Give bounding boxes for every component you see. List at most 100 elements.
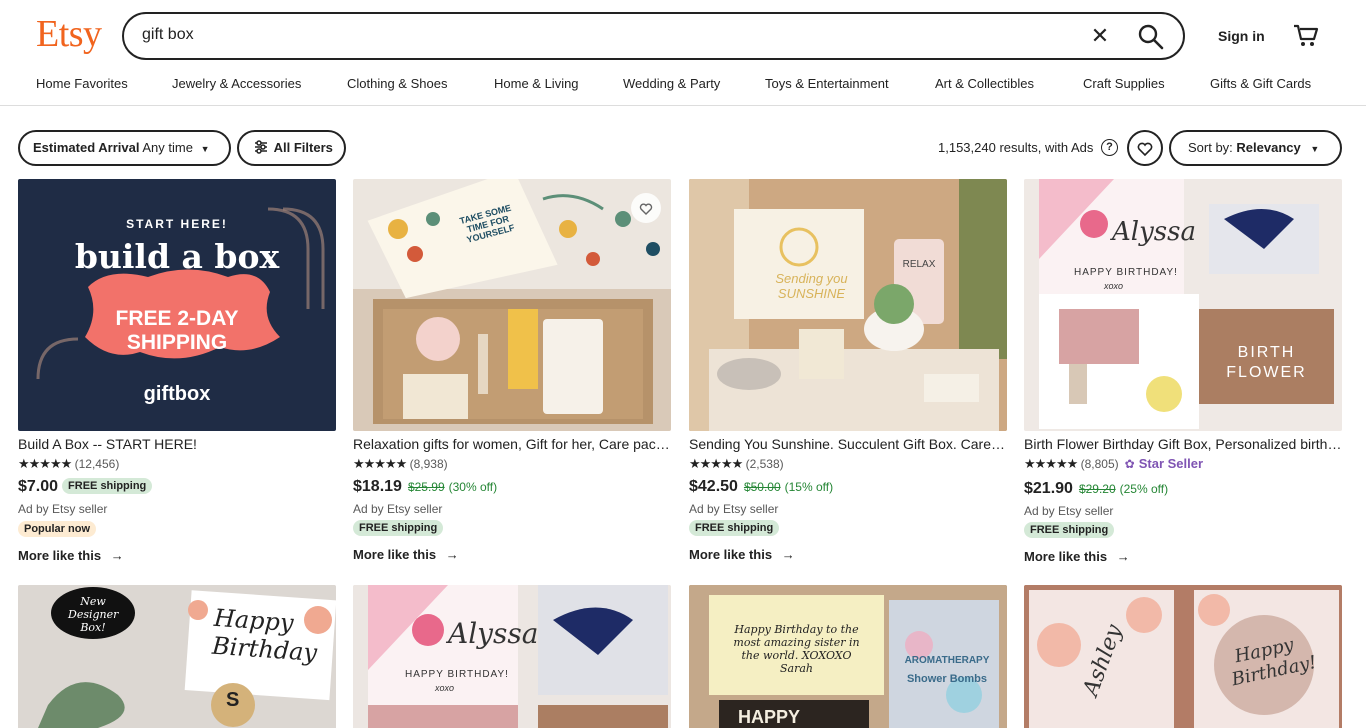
- image-text-build: build a box: [74, 237, 280, 276]
- image-text-start: START HERE!: [126, 217, 228, 231]
- results-count: 1,153,240 results, with Ads: [938, 140, 1094, 155]
- product-rating: ★★★★★ (8,938): [353, 456, 448, 472]
- sign-in-link[interactable]: Sign in: [1218, 28, 1265, 44]
- product-price: $18.19: [353, 478, 402, 495]
- product-image[interactable]: Sending you SUNSHINE RELAX: [689, 179, 1007, 431]
- product-card[interactable]: Alyssa HAPPY BIRTHDAY! xoxo BIRTH FLOWER…: [1024, 179, 1342, 569]
- arrow-right-icon: →: [1116, 549, 1130, 564]
- favorite-button[interactable]: [631, 193, 661, 223]
- free-shipping-badge: FREE shipping: [689, 520, 780, 536]
- etsy-logo[interactable]: Etsy: [36, 12, 102, 56]
- ad-label: Ad by Etsy seller: [353, 502, 443, 516]
- image-card-message: Happy Birthday to the most amazing siste…: [733, 623, 860, 675]
- product-card[interactable]: Sending you SUNSHINE RELAX Sending You S…: [689, 179, 1007, 569]
- review-count: (12,456): [74, 457, 120, 471]
- more-like-this-link[interactable]: More like this →: [18, 548, 124, 563]
- product-title[interactable]: Relaxation gifts for women, Gift for her…: [353, 436, 671, 452]
- nav-toys[interactable]: Toys & Entertainment: [765, 76, 889, 91]
- discount: (30% off): [448, 480, 498, 494]
- image-bday: HAPPY BIRTHDAY!: [405, 669, 509, 680]
- free-shipping-badge: FREE shipping: [62, 478, 153, 494]
- product-image[interactable]: Alyssa HAPPY BIRTHDAY! xoxo BIRTH FLOWER: [1024, 179, 1342, 431]
- caret-down-icon: ▼: [1310, 144, 1320, 154]
- review-count: (8,938): [409, 457, 448, 471]
- more-like-this-link[interactable]: More like this →: [353, 547, 459, 562]
- nav-gifts[interactable]: Gifts & Gift Cards: [1210, 76, 1311, 91]
- help-icon[interactable]: ?: [1101, 139, 1118, 156]
- star-seller-label: Star Seller: [1138, 456, 1204, 471]
- search-bar[interactable]: gift box ✕: [122, 12, 1185, 60]
- arrival-value: Any time: [142, 140, 193, 155]
- stars-icon: ★★★★★: [18, 456, 72, 471]
- more-like-this-label: More like this: [353, 547, 437, 562]
- image-xoxo: xoxo: [435, 683, 455, 693]
- search-input[interactable]: gift box: [142, 26, 194, 44]
- product-image[interactable]: Happy Birthday to the most amazing siste…: [689, 585, 1007, 728]
- nav-wedding[interactable]: Wedding & Party: [623, 76, 720, 91]
- image-name: Alyssa: [1112, 217, 1196, 247]
- image-happy-birthday: Happy Birthday: [211, 603, 318, 667]
- nav-jewelry[interactable]: Jewelry & Accessories: [172, 76, 301, 91]
- product-rating: ★★★★★ (2,538): [689, 456, 784, 472]
- sort-dropdown[interactable]: Sort by: Relevancy ▼: [1169, 130, 1342, 166]
- nav-home-living[interactable]: Home & Living: [494, 76, 579, 91]
- all-filters-button[interactable]: All Filters: [237, 130, 346, 166]
- cart-icon[interactable]: [1292, 22, 1320, 50]
- heart-icon: [639, 203, 653, 215]
- more-like-this-label: More like this: [18, 548, 102, 563]
- stars-icon: ★★★★★: [1024, 456, 1078, 471]
- stars-icon: ★★★★★: [353, 456, 407, 471]
- original-price: $25.99: [407, 480, 445, 494]
- discount: (25% off): [1119, 482, 1169, 496]
- price-row: $18.19 $25.99 (30% off): [353, 478, 497, 496]
- ad-label: Ad by Etsy seller: [689, 502, 779, 516]
- image-card-text: Sending you SUNSHINE: [775, 271, 848, 301]
- price-row: $21.90 $29.20 (25% off): [1024, 480, 1168, 498]
- image-birth: BIRTH: [1237, 344, 1296, 361]
- save-search-button[interactable]: [1127, 130, 1163, 166]
- review-count: (2,538): [745, 457, 784, 471]
- nav-art[interactable]: Art & Collectibles: [935, 76, 1034, 91]
- product-card[interactable]: TAKE SOME TIME FOR YOURSELF Relaxation g…: [353, 179, 671, 569]
- free-shipping-badge: FREE shipping: [353, 520, 444, 536]
- product-image[interactable]: New Designer Box! Happy Birthday S: [18, 585, 336, 728]
- price-row: $7.00 FREE shipping: [18, 478, 153, 496]
- heart-icon: [1137, 142, 1153, 157]
- product-image[interactable]: Alyssa HAPPY BIRTHDAY! xoxo: [353, 585, 671, 728]
- product-title[interactable]: Build A Box -- START HERE!: [18, 436, 336, 452]
- product-price: $21.90: [1024, 480, 1073, 497]
- popular-badge: Popular now: [18, 521, 96, 537]
- image-brand: giftbox: [143, 383, 211, 405]
- ad-label: Ad by Etsy seller: [1024, 504, 1114, 518]
- free-shipping-badge: FREE shipping: [1024, 522, 1115, 538]
- product-card[interactable]: START HERE! build a box FREE 2-DAY SHIPP…: [18, 179, 336, 569]
- product-image[interactable]: Ashley Happy Birthday!: [1024, 585, 1342, 728]
- arrow-right-icon: →: [445, 547, 459, 562]
- search-icon[interactable]: [1136, 22, 1166, 52]
- nav-craft[interactable]: Craft Supplies: [1083, 76, 1165, 91]
- image-xoxo: xoxo: [1104, 281, 1124, 291]
- image-text-shipping: SHIPPING: [126, 331, 228, 354]
- image-bday: HAPPY BIRTHDAY!: [1074, 267, 1178, 278]
- nav-clothing[interactable]: Clothing & Shoes: [347, 76, 447, 91]
- ad-label: Ad by Etsy seller: [18, 502, 108, 516]
- product-image[interactable]: START HERE! build a box FREE 2-DAY SHIPP…: [18, 179, 336, 431]
- image-bag-subtitle: Shower Bombs: [906, 673, 988, 685]
- nav-home-favorites[interactable]: Home Favorites: [36, 76, 128, 91]
- product-price: $42.50: [689, 478, 738, 495]
- sort-value: Relevancy: [1236, 140, 1301, 155]
- product-price: $7.00: [18, 478, 59, 495]
- arrival-label: Estimated Arrival: [33, 140, 140, 155]
- product-title[interactable]: Sending You Sunshine. Succulent Gift Box…: [689, 436, 1007, 452]
- more-like-this-link[interactable]: More like this →: [689, 547, 795, 562]
- category-nav: Home Favorites Jewelry & Accessories Clo…: [0, 76, 1366, 96]
- estimated-arrival-filter[interactable]: Estimated Arrival Any time ▼: [18, 130, 231, 166]
- price-row: $42.50 $50.00 (15% off): [689, 478, 833, 496]
- more-like-this-link[interactable]: More like this →: [1024, 549, 1130, 564]
- clear-search-icon[interactable]: ✕: [1088, 25, 1112, 49]
- product-image[interactable]: TAKE SOME TIME FOR YOURSELF: [353, 179, 671, 431]
- product-rating: ★★★★★ (12,456): [18, 456, 119, 472]
- product-title[interactable]: Birth Flower Birthday Gift Box, Personal…: [1024, 436, 1342, 452]
- discount: (15% off): [784, 480, 834, 494]
- original-price: $50.00: [743, 480, 781, 494]
